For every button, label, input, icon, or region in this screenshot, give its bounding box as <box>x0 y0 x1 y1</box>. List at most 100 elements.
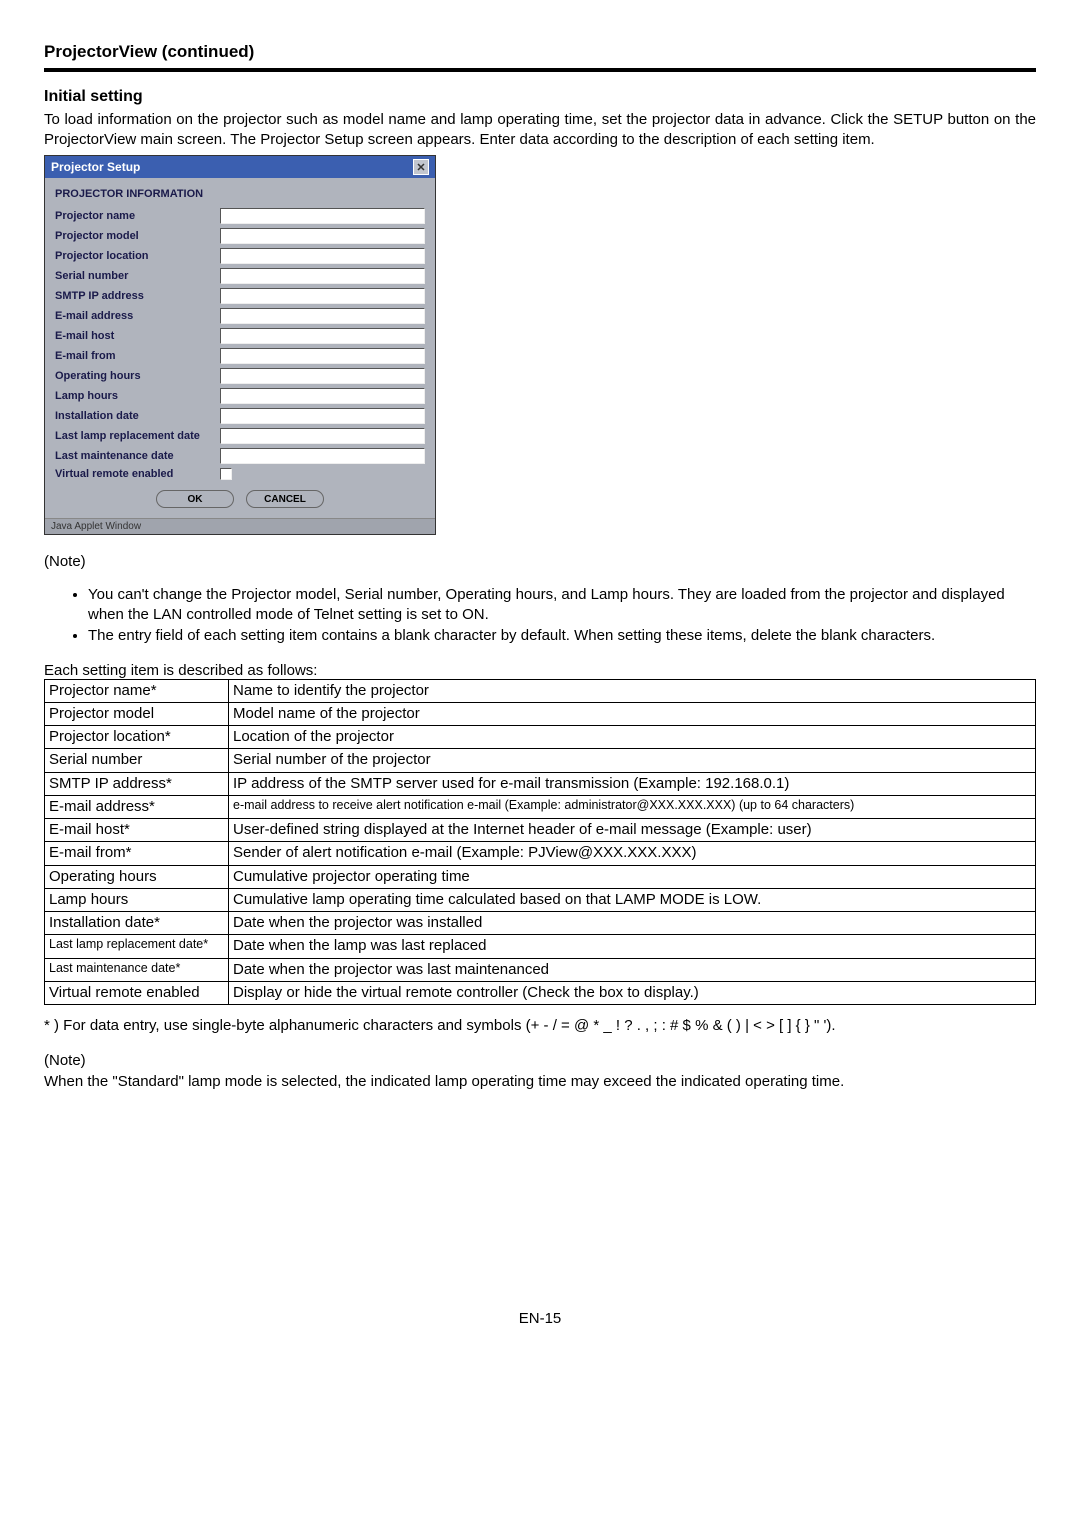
setting-item: Installation date* <box>45 912 229 935</box>
field-projector-location: Projector location <box>55 248 425 264</box>
table-row: Last maintenance date*Date when the proj… <box>45 958 1036 981</box>
field-label: Projector model <box>55 230 220 242</box>
setting-description: Name to identify the projector <box>229 679 1036 702</box>
field-label: E-mail from <box>55 350 220 362</box>
dialog-title: Projector Setup <box>51 160 140 174</box>
projector-name-input[interactable] <box>220 208 425 224</box>
dialog-button-row: OK CANCEL <box>55 484 425 516</box>
field-email-from: E-mail from <box>55 348 425 364</box>
settings-intro: Each setting item is described as follow… <box>44 662 1036 679</box>
table-row: Last lamp replacement date*Date when the… <box>45 935 1036 958</box>
setting-description: User-defined string displayed at the Int… <box>229 819 1036 842</box>
page-number: EN-15 <box>44 1310 1036 1327</box>
setting-item: Virtual remote enabled <box>45 981 229 1004</box>
heading-divider <box>44 68 1036 72</box>
setting-description: Cumulative projector operating time <box>229 865 1036 888</box>
field-operating-hours: Operating hours <box>55 368 425 384</box>
footnote: * ) For data entry, use single-byte alph… <box>44 1017 1036 1034</box>
field-lamp-hours: Lamp hours <box>55 388 425 404</box>
projector-setup-dialog: Projector Setup ✕ PROJECTOR INFORMATION … <box>44 155 436 535</box>
field-label: Virtual remote enabled <box>55 468 220 480</box>
note-label: (Note) <box>44 553 1036 570</box>
serial-number-input[interactable] <box>220 268 425 284</box>
table-row: E-mail address*e-mail address to receive… <box>45 795 1036 818</box>
setting-description: e-mail address to receive alert notifica… <box>229 795 1036 818</box>
setting-item: SMTP IP address* <box>45 772 229 795</box>
setting-item: Last maintenance date* <box>45 958 229 981</box>
intro-paragraph: To load information on the projector suc… <box>44 110 1036 149</box>
field-projector-name: Projector name <box>55 208 425 224</box>
field-projector-model: Projector model <box>55 228 425 244</box>
field-label: Projector location <box>55 250 220 262</box>
last-lamp-replacement-date-input[interactable] <box>220 428 425 444</box>
setting-description: Display or hide the virtual remote contr… <box>229 981 1036 1004</box>
setting-description: Sender of alert notification e-mail (Exa… <box>229 842 1036 865</box>
email-host-input[interactable] <box>220 328 425 344</box>
field-serial-number: Serial number <box>55 268 425 284</box>
setting-item: E-mail from* <box>45 842 229 865</box>
setting-description: Serial number of the projector <box>229 749 1036 772</box>
last-maintenance-date-input[interactable] <box>220 448 425 464</box>
email-from-input[interactable] <box>220 348 425 364</box>
setting-item: E-mail address* <box>45 795 229 818</box>
dialog-titlebar: Projector Setup ✕ <box>45 156 435 178</box>
virtual-remote-checkbox[interactable] <box>220 468 232 480</box>
note-list: You can't change the Projector model, Se… <box>44 585 1036 646</box>
table-row: Virtual remote enabledDisplay or hide th… <box>45 981 1036 1004</box>
lamp-hours-input[interactable] <box>220 388 425 404</box>
table-row: Projector modelModel name of the project… <box>45 702 1036 725</box>
setting-item: Lamp hours <box>45 888 229 911</box>
setting-description: Date when the lamp was last replaced <box>229 935 1036 958</box>
ok-button[interactable]: OK <box>156 490 234 508</box>
setting-item: Projector name* <box>45 679 229 702</box>
table-row: E-mail host*User-defined string displaye… <box>45 819 1036 842</box>
setting-description: Location of the projector <box>229 726 1036 749</box>
field-label: Operating hours <box>55 370 220 382</box>
cancel-button[interactable]: CANCEL <box>246 490 324 508</box>
field-smtp-ip: SMTP IP address <box>55 288 425 304</box>
table-row: SMTP IP address*IP address of the SMTP s… <box>45 772 1036 795</box>
field-email-address: E-mail address <box>55 308 425 324</box>
field-last-maintenance-date: Last maintenance date <box>55 448 425 464</box>
table-row: Projector location*Location of the proje… <box>45 726 1036 749</box>
email-address-input[interactable] <box>220 308 425 324</box>
field-label: Serial number <box>55 270 220 282</box>
field-label: Projector name <box>55 210 220 222</box>
section-heading: Initial setting <box>44 88 1036 106</box>
field-label: E-mail address <box>55 310 220 322</box>
projector-location-input[interactable] <box>220 248 425 264</box>
field-label: E-mail host <box>55 330 220 342</box>
close-icon[interactable]: ✕ <box>413 159 429 175</box>
installation-date-input[interactable] <box>220 408 425 424</box>
dialog-footer: Java Applet Window <box>45 518 435 534</box>
table-row: Installation date*Date when the projecto… <box>45 912 1036 935</box>
field-email-host: E-mail host <box>55 328 425 344</box>
field-last-lamp-replacement-date: Last lamp replacement date <box>55 428 425 444</box>
note2-label: (Note) <box>44 1052 1036 1069</box>
setting-item: Last lamp replacement date* <box>45 935 229 958</box>
operating-hours-input[interactable] <box>220 368 425 384</box>
field-installation-date: Installation date <box>55 408 425 424</box>
field-label: Last lamp replacement date <box>55 430 220 442</box>
dialog-section-label: PROJECTOR INFORMATION <box>55 188 425 200</box>
table-row: Operating hoursCumulative projector oper… <box>45 865 1036 888</box>
setting-item: E-mail host* <box>45 819 229 842</box>
smtp-ip-input[interactable] <box>220 288 425 304</box>
setting-item: Operating hours <box>45 865 229 888</box>
setting-item: Projector model <box>45 702 229 725</box>
field-virtual-remote-enabled: Virtual remote enabled <box>55 468 425 480</box>
projector-model-input[interactable] <box>220 228 425 244</box>
field-label: SMTP IP address <box>55 290 220 302</box>
page-title: ProjectorView (continued) <box>44 42 1036 62</box>
table-row: Serial numberSerial number of the projec… <box>45 749 1036 772</box>
settings-description-table: Projector name*Name to identify the proj… <box>44 679 1036 1006</box>
setting-description: IP address of the SMTP server used for e… <box>229 772 1036 795</box>
setting-item: Projector location* <box>45 726 229 749</box>
note-item: The entry field of each setting item con… <box>88 626 1036 646</box>
note-item: You can't change the Projector model, Se… <box>88 585 1036 624</box>
setting-description: Model name of the projector <box>229 702 1036 725</box>
table-row: E-mail from*Sender of alert notification… <box>45 842 1036 865</box>
note2-body: When the "Standard" lamp mode is selecte… <box>44 1073 1036 1090</box>
table-row: Lamp hoursCumulative lamp operating time… <box>45 888 1036 911</box>
field-label: Last maintenance date <box>55 450 220 462</box>
